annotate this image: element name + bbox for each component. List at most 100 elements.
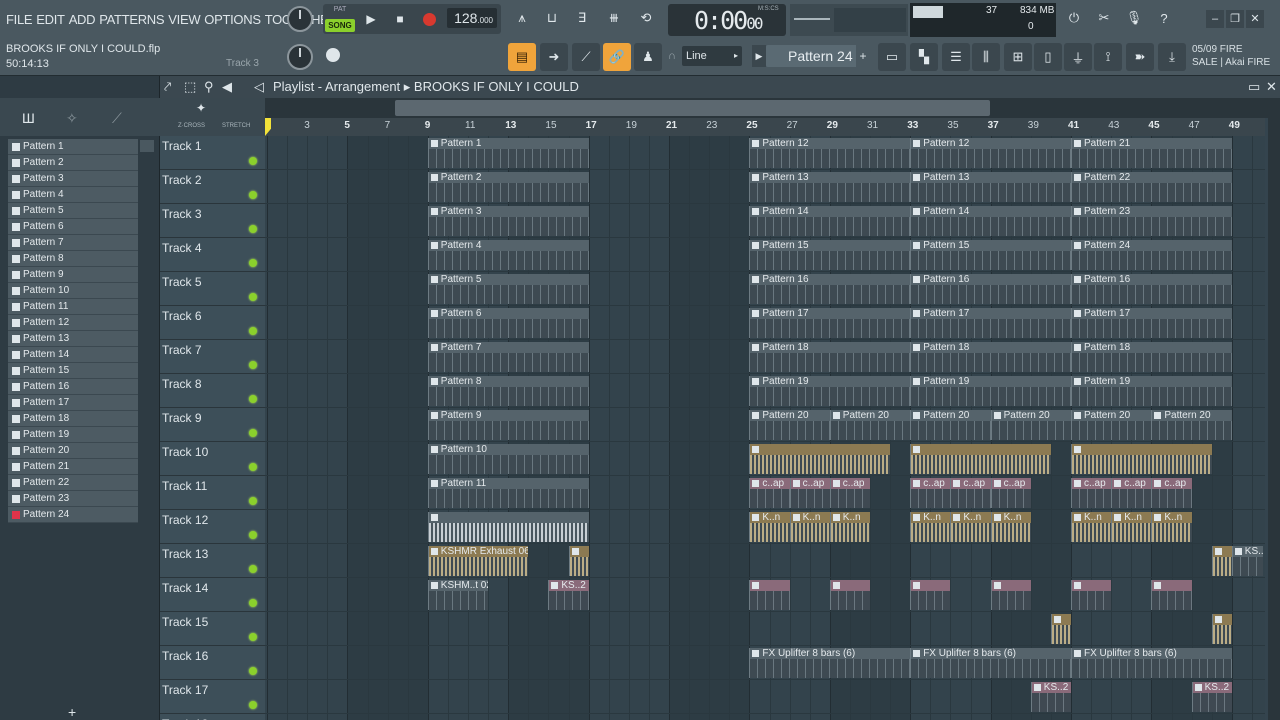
loop-record-button[interactable]: ⟲ bbox=[632, 4, 660, 32]
snap-selector[interactable]: Line ▸ bbox=[682, 46, 742, 66]
playlist-clip[interactable]: Pattern 18 bbox=[1071, 342, 1232, 372]
pattern-list-item[interactable]: Pattern 14 bbox=[8, 347, 138, 363]
scroll-thumb[interactable] bbox=[395, 100, 990, 116]
add-pattern-button[interactable]: + bbox=[856, 45, 870, 67]
minimize-button[interactable]: – bbox=[1206, 10, 1224, 28]
menu-patterns[interactable]: PATTERNS bbox=[99, 12, 164, 27]
playlist-clip[interactable]: c..ap bbox=[910, 478, 951, 508]
track-header[interactable]: Track 14 bbox=[160, 578, 265, 612]
pattern-list-item[interactable]: Pattern 7 bbox=[8, 235, 138, 251]
track-mute-led[interactable] bbox=[249, 531, 257, 539]
pattern-list-item[interactable]: Pattern 12 bbox=[8, 315, 138, 331]
track-mute-led[interactable] bbox=[249, 565, 257, 573]
playlist-clip[interactable]: KSHMR Exhaust 06 bbox=[427, 546, 529, 576]
performance-button[interactable]: ⟟ bbox=[1094, 43, 1122, 71]
snap-playlist-button[interactable]: ▤ bbox=[508, 43, 536, 71]
pattern-list-item[interactable]: Pattern 18 bbox=[8, 411, 138, 427]
playlist-clip[interactable]: K..n bbox=[1111, 512, 1152, 542]
track-header[interactable]: Track 3 bbox=[160, 204, 265, 238]
step-button[interactable]: ➜ bbox=[540, 43, 568, 71]
news-panel[interactable]: 05/09 FIRE SALE | Akai FIRE bbox=[1192, 43, 1270, 69]
playlist-clip[interactable]: Pattern 24 bbox=[1071, 240, 1232, 270]
playlist-clip[interactable]: Pattern 15 bbox=[749, 240, 911, 270]
speaker-icon[interactable]: ◁ bbox=[254, 79, 264, 95]
playlist-clip[interactable]: Pattern 3 bbox=[427, 206, 589, 236]
track-mute-led[interactable] bbox=[249, 599, 257, 607]
track-mute-led[interactable] bbox=[249, 361, 257, 369]
playlist-clip[interactable] bbox=[749, 444, 891, 474]
window-restore-icon[interactable]: ▭ bbox=[1248, 79, 1260, 95]
download-button[interactable]: ⤓ bbox=[1158, 43, 1186, 71]
piano-roll-button[interactable]: ▚ bbox=[910, 43, 938, 71]
vertical-scrollbar[interactable] bbox=[1268, 118, 1280, 720]
playlist-clip[interactable]: Pattern 11 bbox=[427, 478, 589, 508]
playlist-clip[interactable]: K..n bbox=[829, 512, 870, 542]
playlist-clip[interactable] bbox=[910, 444, 1051, 474]
playlist-clip[interactable] bbox=[568, 546, 589, 576]
channel-rack-button[interactable]: ☰ bbox=[942, 43, 970, 71]
window-close-icon[interactable]: ✕ bbox=[1266, 79, 1277, 95]
playlist-clip[interactable]: Pattern 20 bbox=[1151, 410, 1232, 440]
playlist-clip[interactable]: Pattern 17 bbox=[1071, 308, 1232, 338]
pattern-list-item[interactable]: Pattern 9 bbox=[8, 267, 138, 283]
pattern-list-item[interactable]: Pattern 15 bbox=[8, 363, 138, 379]
track-header[interactable]: Track 5 bbox=[160, 272, 265, 306]
browser-tab-patterns-icon[interactable]: Ш bbox=[22, 110, 35, 126]
playlist-clip[interactable]: Pattern 4 bbox=[427, 240, 589, 270]
pattern-list-item[interactable]: Pattern 5 bbox=[8, 203, 138, 219]
playlist-clip[interactable] bbox=[1071, 444, 1212, 474]
track-mute-led[interactable] bbox=[249, 497, 257, 505]
zoom-slider-icon[interactable]: ✦ bbox=[196, 101, 206, 115]
browser-tab-automation-icon[interactable]: ⟋ bbox=[112, 110, 122, 127]
playlist-clip[interactable]: K..n bbox=[1071, 512, 1112, 542]
track-header[interactable]: Track 17 bbox=[160, 680, 265, 714]
browser-scroll-up[interactable] bbox=[140, 140, 154, 152]
playlist-clip[interactable]: Pattern 15 bbox=[910, 240, 1071, 270]
playlist-clip[interactable] bbox=[910, 580, 951, 610]
playlist-clip[interactable]: Pattern 16 bbox=[749, 274, 911, 304]
playlist-clip[interactable]: c..ap bbox=[1111, 478, 1152, 508]
pattern-list-item[interactable]: Pattern 21 bbox=[8, 459, 138, 475]
select-icon[interactable]: ⬚ bbox=[184, 79, 196, 95]
track-mute-led[interactable] bbox=[249, 667, 257, 675]
playlist-clip[interactable]: KS..2 bbox=[1030, 682, 1071, 712]
pattern-list-item[interactable]: Pattern 16 bbox=[8, 379, 138, 395]
playlist-clip[interactable] bbox=[829, 580, 870, 610]
wait-input-button[interactable]: ⊔ bbox=[538, 4, 566, 32]
pattern-list-item[interactable]: Pattern 20 bbox=[8, 443, 138, 459]
playlist-clip[interactable] bbox=[990, 580, 1031, 610]
playlist-clip[interactable]: c..ap bbox=[789, 478, 830, 508]
metronome-button[interactable]: ⩚ bbox=[508, 4, 536, 32]
track-mute-led[interactable] bbox=[249, 157, 257, 165]
pattern-arrow-button[interactable]: ▶ bbox=[752, 45, 766, 67]
pattern-list-item[interactable]: Pattern 23 bbox=[8, 491, 138, 507]
playlist-clip[interactable]: Pattern 6 bbox=[427, 308, 589, 338]
master-volume-knob[interactable] bbox=[287, 6, 313, 32]
audio-input-button[interactable]: 🎙 bbox=[1120, 4, 1148, 32]
track-header[interactable]: Track 8 bbox=[160, 374, 265, 408]
stop-button[interactable]: ■ bbox=[387, 6, 413, 32]
pattern-list-item[interactable]: Pattern 3 bbox=[8, 171, 138, 187]
playlist-clip[interactable]: KS..2 bbox=[1231, 546, 1263, 576]
playlist-clip[interactable]: Pattern 23 bbox=[1071, 206, 1232, 236]
playlist-clip[interactable]: Pattern 19 bbox=[749, 376, 911, 406]
playlist-clip[interactable]: Pattern 20 bbox=[910, 410, 991, 440]
track-mute-led[interactable] bbox=[249, 225, 257, 233]
tempo-display[interactable]: 128.000 bbox=[447, 8, 497, 28]
playlist-clip[interactable] bbox=[1211, 614, 1232, 644]
playlist-clip[interactable]: Pattern 19 bbox=[910, 376, 1071, 406]
menu-options[interactable]: OPTIONS bbox=[204, 12, 261, 27]
playlist-clip[interactable]: KS..2 bbox=[1191, 682, 1232, 712]
playlist-clip[interactable]: Pattern 18 bbox=[749, 342, 911, 372]
playlist-window-button[interactable]: ▭ bbox=[878, 43, 906, 71]
playlist-clip[interactable]: K..n bbox=[1151, 512, 1192, 542]
track-mute-led[interactable] bbox=[249, 259, 257, 267]
playlist-clip[interactable]: c..ap bbox=[749, 478, 790, 508]
track-mute-led[interactable] bbox=[249, 395, 257, 403]
playlist-clip[interactable]: K..n bbox=[789, 512, 830, 542]
pattern-list-item[interactable]: Pattern 4 bbox=[8, 187, 138, 203]
pattern-list-item[interactable]: Pattern 17 bbox=[8, 395, 138, 411]
playlist-clip[interactable]: FX Uplifter 8 bars (6) bbox=[1071, 648, 1232, 678]
playlist-clip[interactable]: Pattern 7 bbox=[427, 342, 589, 372]
song-time-display[interactable]: 0:0000 M:S:CS bbox=[668, 4, 786, 36]
